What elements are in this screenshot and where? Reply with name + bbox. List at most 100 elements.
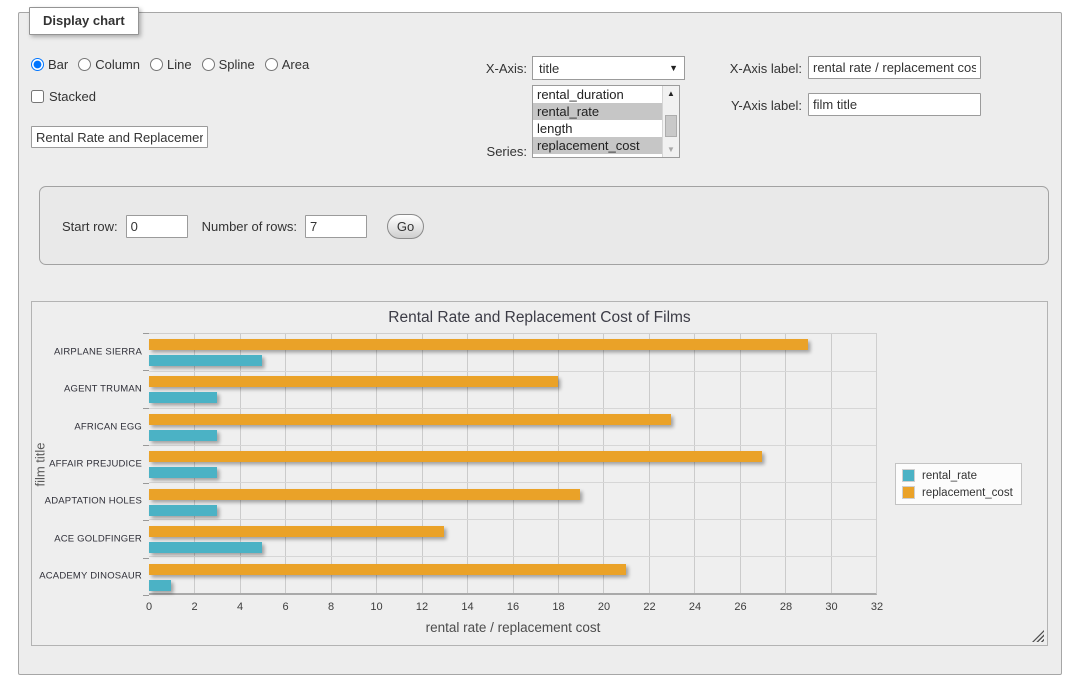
y-category-label: AGENT TRUMAN: [64, 384, 142, 395]
series-option-length[interactable]: length: [533, 120, 662, 137]
chart-type-label: Column: [95, 57, 140, 72]
chart-type-radio-area[interactable]: [265, 58, 278, 71]
x-tick-label: 0: [146, 601, 152, 613]
stacked-checkbox[interactable]: [31, 90, 44, 103]
y-tick-mark: [143, 558, 149, 559]
y-tick-mark: [143, 595, 149, 596]
bar-rental_rate: [149, 467, 217, 478]
chart-type-option-spline[interactable]: Spline: [202, 57, 255, 72]
chart-type-radio-line[interactable]: [150, 58, 163, 71]
series-select-label: Series:: [421, 144, 527, 159]
series-listbox[interactable]: rental_durationrental_ratelengthreplacem…: [532, 85, 680, 158]
legend-swatch-icon: [902, 486, 915, 499]
x-tick-label: 32: [871, 601, 883, 613]
num-rows-input[interactable]: [305, 215, 367, 238]
y-tick-mark: [143, 333, 149, 334]
series-scrollbar[interactable]: ▲ ▼: [662, 86, 679, 157]
legend-item-replacement_cost: replacement_cost: [902, 486, 1013, 499]
page: Display chart BarColumnLineSplineArea St…: [0, 0, 1081, 681]
x-tick-label: 4: [237, 601, 243, 613]
x-tick-label: 12: [416, 601, 428, 613]
y-category-label: AIRPLANE SIERRA: [54, 346, 142, 357]
scrollbar-thumb[interactable]: [665, 115, 677, 137]
y-axis-label-input[interactable]: [808, 93, 981, 116]
chart-type-label: Spline: [219, 57, 255, 72]
scroll-up-icon[interactable]: ▲: [663, 86, 679, 101]
start-row-input[interactable]: [126, 215, 188, 238]
x-tick-label: 24: [689, 601, 701, 613]
bar-group-affair-prejudice: [149, 446, 876, 483]
plot-area: [149, 333, 877, 595]
x-axis-label-field-label: X-Axis label:: [699, 61, 802, 76]
bar-group-agent-truman: [149, 371, 876, 408]
stacked-label: Stacked: [49, 89, 96, 104]
y-tick-mark: [143, 520, 149, 521]
x-tick-label: 2: [191, 601, 197, 613]
legend-label: rental_rate: [922, 470, 977, 482]
bar-rental_rate: [149, 430, 217, 441]
series-option-rental_rate[interactable]: rental_rate: [533, 103, 662, 120]
bar-rental_rate: [149, 355, 262, 366]
x-axis-select[interactable]: title ▼: [532, 56, 685, 80]
bar-rental_rate: [149, 505, 217, 516]
x-axis-tick-labels: 02468101214161820222426283032: [149, 601, 877, 615]
x-tick-label: 28: [780, 601, 792, 613]
bar-replacement_cost: [149, 376, 558, 387]
chart-type-radio-spline[interactable]: [202, 58, 215, 71]
y-tick-mark: [143, 483, 149, 484]
chart-type-radio-column[interactable]: [78, 58, 91, 71]
bar-replacement_cost: [149, 489, 580, 500]
chart-title-input[interactable]: [31, 126, 208, 148]
legend-swatch-icon: [902, 469, 915, 482]
x-tick-label: 10: [370, 601, 382, 613]
x-axis-title: rental rate / replacement cost: [149, 620, 877, 635]
series-option-replacement_cost[interactable]: replacement_cost: [533, 137, 662, 154]
chart-type-option-line[interactable]: Line: [150, 57, 192, 72]
bar-group-african-egg: [149, 409, 876, 446]
x-tick-label: 6: [282, 601, 288, 613]
bar-rental_rate: [149, 542, 262, 553]
x-tick-label: 16: [507, 601, 519, 613]
y-tick-mark: [143, 370, 149, 371]
x-axis-label-input[interactable]: [808, 56, 981, 79]
bar-replacement_cost: [149, 564, 626, 575]
x-tick-label: 8: [328, 601, 334, 613]
chart-type-radio-bar[interactable]: [31, 58, 44, 71]
chart-type-option-column[interactable]: Column: [78, 57, 140, 72]
bar-replacement_cost: [149, 451, 762, 462]
y-category-label: ACADEMY DINOSAUR: [39, 571, 142, 582]
go-button[interactable]: Go: [387, 214, 424, 239]
chart-type-label: Bar: [48, 57, 68, 72]
chart-title: Rental Rate and Replacement Cost of Film…: [32, 309, 1047, 327]
chart-type-option-bar[interactable]: Bar: [31, 57, 68, 72]
legend-label: replacement_cost: [922, 487, 1013, 499]
y-tick-mark: [143, 445, 149, 446]
legend-item-rental_rate: rental_rate: [902, 469, 1013, 482]
chevron-down-icon: ▼: [669, 63, 678, 73]
chart-type-option-area[interactable]: Area: [265, 57, 309, 72]
x-axis-select-label: X-Axis:: [421, 61, 527, 76]
series-option-rental_duration[interactable]: rental_duration: [533, 86, 662, 103]
chart-type-label: Line: [167, 57, 192, 72]
scroll-down-icon[interactable]: ▼: [663, 142, 679, 157]
series-options: rental_durationrental_ratelengthreplacem…: [533, 86, 662, 157]
bar-replacement_cost: [149, 339, 808, 350]
chart-type-label: Area: [282, 57, 309, 72]
x-tick-label: 26: [734, 601, 746, 613]
y-category-label: ACE GOLDFINGER: [54, 533, 142, 544]
bar-group-airplane-sierra: [149, 334, 876, 371]
y-axis-category-labels: AIRPLANE SIERRAAGENT TRUMANAFRICAN EGGAF…: [32, 333, 142, 595]
y-axis-title: film title: [33, 395, 48, 535]
stacked-option[interactable]: Stacked: [31, 89, 96, 104]
x-tick-label: 14: [461, 601, 473, 613]
y-tick-mark: [143, 408, 149, 409]
y-axis-label-field-label: Y-Axis label:: [699, 98, 802, 113]
x-tick-label: 20: [598, 601, 610, 613]
resize-handle-icon[interactable]: [1032, 630, 1044, 642]
start-row-label: Start row:: [62, 219, 118, 234]
display-chart-panel: Display chart BarColumnLineSplineArea St…: [18, 12, 1062, 675]
x-tick-label: 30: [825, 601, 837, 613]
bar-group-academy-dinosaur: [149, 559, 876, 596]
chart-container: Rental Rate and Replacement Cost of Film…: [31, 301, 1048, 646]
row-range-box: Start row: Number of rows: Go: [39, 186, 1049, 265]
